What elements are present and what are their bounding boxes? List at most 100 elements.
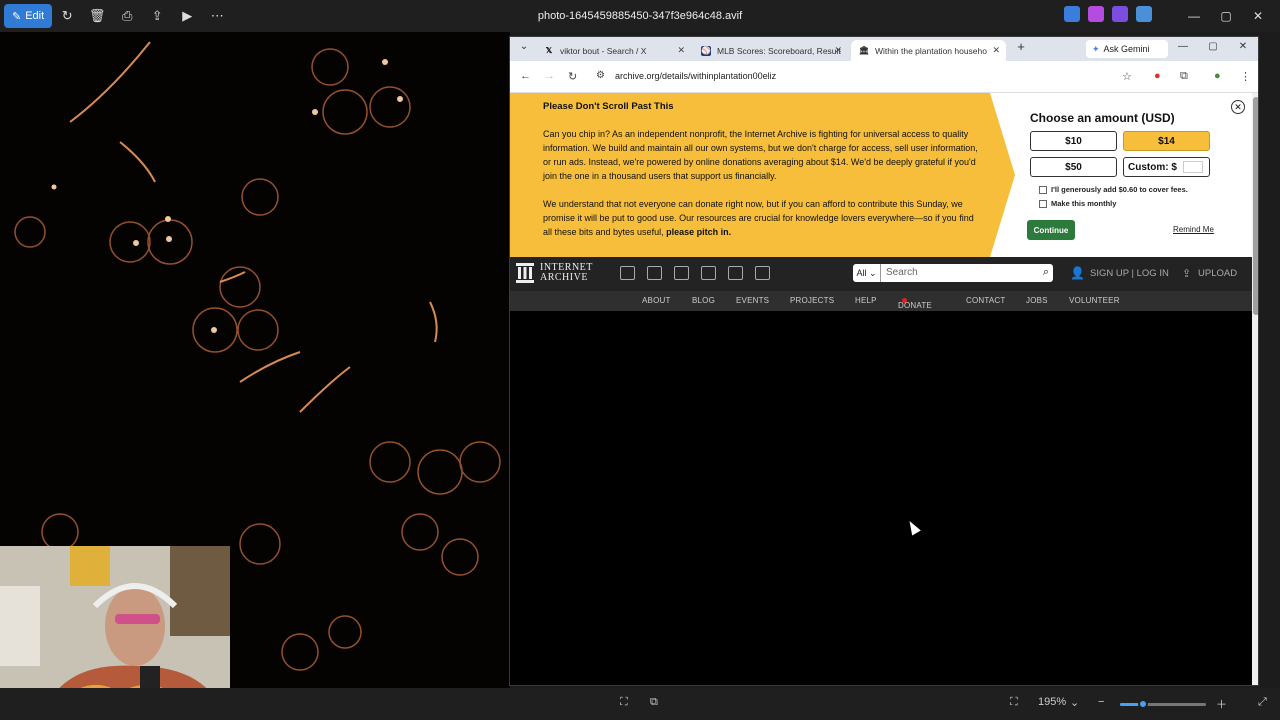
bookmark-star-icon[interactable]: ☆ [1122, 70, 1132, 83]
zoom-slider-thumb[interactable] [1138, 699, 1149, 709]
donation-heading: Please Don't Scroll Past This [543, 101, 674, 112]
zoom-dropdown-icon[interactable]: ⌄ [1070, 696, 1079, 709]
reload-icon[interactable]: ↻ [568, 70, 577, 83]
ia-temple-icon [516, 263, 534, 283]
upload-icon[interactable]: ⇪ [1182, 267, 1191, 280]
rotate-icon[interactable]: ↻ [52, 4, 82, 28]
banner-close-icon[interactable]: ✕ [1231, 100, 1245, 114]
url-field[interactable]: archive.org/details/withinplantation00el… [615, 71, 776, 81]
ask-gemini-button[interactable]: ✦ Ask Gemini [1086, 40, 1168, 58]
zoom-level[interactable]: 195% [1038, 696, 1066, 708]
ia-search-input[interactable]: Search [886, 267, 918, 278]
choose-amount-heading: Choose an amount (USD) [1030, 111, 1175, 125]
ia-logo-line2: ARCHIVE [540, 272, 588, 283]
tab-internet-archive[interactable]: 🏛 Within the plantation househo ✕ [851, 40, 1006, 61]
nav-help[interactable]: HELP [855, 296, 877, 305]
app-icon-3[interactable] [1112, 6, 1128, 22]
amount-50-button[interactable]: $50 [1030, 157, 1117, 177]
custom-amount-input[interactable] [1183, 161, 1203, 173]
edit-button[interactable]: ✎ Edit [4, 4, 53, 28]
share-icon[interactable]: ⇪ [142, 4, 172, 28]
more-icon[interactable]: ⋯ [202, 4, 232, 28]
search-scope-select[interactable]: All ⌄ [853, 264, 881, 282]
search-scope-label: All [856, 268, 867, 278]
back-icon[interactable]: ← [520, 70, 531, 82]
tab-label: viktor bout - Search / X [560, 45, 647, 56]
tab-search-icon[interactable]: ⌄ [514, 41, 534, 52]
amount-14-button[interactable]: $14 [1123, 131, 1210, 151]
nav-jobs[interactable]: JOBS [1026, 296, 1048, 305]
app-icon-2[interactable] [1088, 6, 1104, 22]
gemini-icon: ✦ [1092, 43, 1100, 54]
browser-close-icon[interactable]: ✕ [1233, 41, 1253, 52]
zoom-in-icon[interactable]: ＋ [1216, 696, 1227, 712]
remind-me-link[interactable]: Remind Me [1173, 225, 1214, 234]
checkbox-box[interactable] [1039, 185, 1047, 194]
nav-projects[interactable]: PROJECTS [790, 296, 834, 305]
minimize-icon[interactable]: — [1178, 4, 1210, 28]
video-icon[interactable] [674, 266, 689, 280]
tab-close-icon[interactable]: ✕ [677, 45, 685, 56]
zoom-slider[interactable] [1120, 699, 1206, 709]
x-icon: 𝕏 [545, 46, 553, 55]
checkbox-box[interactable] [1039, 199, 1047, 208]
tab-x-search[interactable]: 𝕏 viktor bout - Search / X ✕ [536, 40, 691, 61]
maximize-icon[interactable]: ▢ [1210, 4, 1242, 28]
browser-maximize-icon[interactable]: ▢ [1203, 41, 1223, 52]
slideshow-icon[interactable]: ▶ [172, 4, 202, 28]
zoom-out-icon[interactable]: − [1098, 696, 1104, 708]
nav-donate[interactable]: DONATE [898, 296, 932, 310]
texts-icon[interactable] [647, 266, 662, 280]
monthly-checkbox[interactable]: Make this monthly [1039, 199, 1116, 208]
expand-icon[interactable]: ⤢ [1258, 696, 1267, 709]
upload-link[interactable]: UPLOAD [1198, 268, 1237, 279]
app-icon-1[interactable] [1064, 6, 1080, 22]
images-icon[interactable] [755, 266, 770, 280]
nav-volunteer[interactable]: VOLUNTEER [1069, 296, 1120, 305]
audio-icon[interactable] [701, 266, 716, 280]
gemini-label: Ask Gemini [1103, 44, 1150, 54]
tab-label: MLB Scores: Scoreboard, Result [717, 45, 841, 56]
web-icon[interactable] [620, 266, 635, 280]
tab-close-icon[interactable]: ✕ [834, 45, 842, 56]
print-icon[interactable]: ⎙ [112, 4, 142, 28]
close-icon[interactable]: ✕ [1242, 4, 1274, 28]
monthly-label: Make this monthly [1051, 199, 1117, 208]
browser-minimize-icon[interactable]: — [1173, 41, 1193, 52]
pitch-in-link[interactable]: please pitch in. [666, 227, 731, 237]
fullscreen-icon[interactable]: ⛶ [1010, 696, 1018, 709]
adblock-icon[interactable]: ● [1154, 70, 1161, 82]
forward-icon[interactable]: → [544, 70, 555, 82]
continue-button[interactable]: Continue [1027, 220, 1075, 240]
delete-icon[interactable]: 🗑 [82, 4, 112, 28]
tab-label: Within the plantation househo [875, 45, 987, 56]
search-icon[interactable]: ⌕ [1043, 266, 1049, 279]
tab-strip: ⌄ 𝕏 viktor bout - Search / X ✕ ⚾ MLB Sco… [510, 37, 1258, 61]
page-scrollbar[interactable] [1252, 93, 1258, 685]
user-icon[interactable]: 👤 [1070, 266, 1085, 280]
tab-mlb-scores[interactable]: ⚾ MLB Scores: Scoreboard, Result ✕ [693, 40, 848, 61]
profile-avatar[interactable]: ● [1214, 70, 1221, 82]
extensions-icon[interactable]: ⧉ [1180, 70, 1188, 83]
signup-login-link[interactable]: SIGN UP | LOG IN [1090, 268, 1169, 279]
software-icon[interactable] [728, 266, 743, 280]
viewer-toolbar: ✎ Edit ↻ 🗑 ⎙ ⇪ ▶ ⋯ photo-1645459885450-3… [0, 0, 1280, 32]
fit-icon[interactable]: ⛶ [620, 696, 628, 709]
ia-search-box: All ⌄ Search ⌕ [853, 264, 1053, 282]
nav-contact[interactable]: CONTACT [966, 296, 1005, 305]
nav-blog[interactable]: BLOG [692, 296, 715, 305]
browser-menu-icon[interactable]: ⋮ [1240, 70, 1251, 83]
amount-10-button[interactable]: $10 [1030, 131, 1117, 151]
ia-logo[interactable]: INTERNET ARCHIVE [516, 263, 593, 283]
mlb-icon: ⚾ [701, 45, 711, 56]
onedrive-icon[interactable] [1136, 6, 1152, 22]
nav-about[interactable]: ABOUT [642, 296, 671, 305]
nav-events[interactable]: EVENTS [736, 296, 769, 305]
new-tab-icon[interactable]: + [1011, 39, 1031, 54]
site-info-icon[interactable]: ⚙ [596, 70, 605, 81]
scrollbar-thumb[interactable] [1253, 97, 1258, 315]
custom-amount-field[interactable]: Custom: $ [1123, 157, 1210, 177]
cover-fees-checkbox[interactable]: I'll generously add $0.60 to cover fees. [1039, 185, 1188, 194]
tab-close-icon[interactable]: ✕ [992, 45, 1000, 56]
ocr-icon[interactable]: ⧉ [650, 696, 658, 709]
